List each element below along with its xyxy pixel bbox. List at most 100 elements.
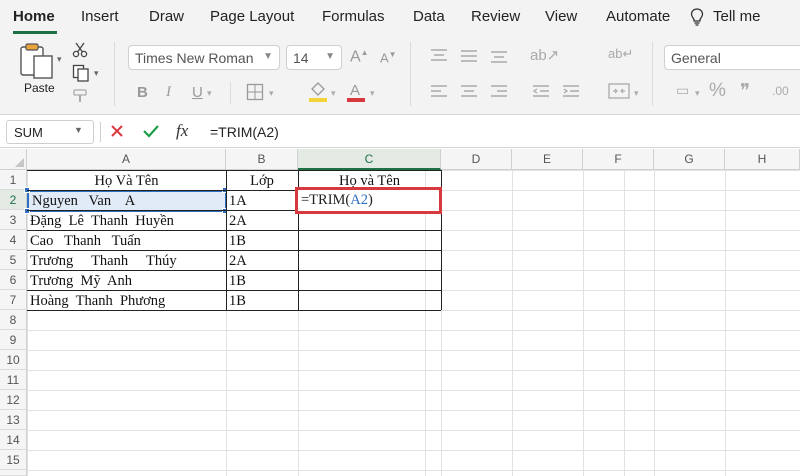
decimal-icon[interactable]: .00 [772, 84, 789, 98]
copy-dropdown-icon[interactable]: ▾ [94, 68, 99, 79]
cell-b4[interactable]: 1B [226, 231, 298, 251]
font-size-dropdown[interactable]: 14 ▼ [286, 45, 342, 70]
row-header[interactable]: 12 [0, 390, 27, 410]
align-top-icon[interactable] [430, 48, 448, 64]
ribbon-toolbar: ▾ Paste ▾ Times New Roman ▼ 14 ▼ A▲ A▼ B… [0, 34, 800, 114]
row-header[interactable]: 5 [0, 250, 27, 270]
tab-home[interactable]: Home [13, 8, 55, 25]
column-header-c[interactable]: C [298, 149, 441, 170]
align-right-icon[interactable] [490, 84, 508, 100]
ribbon-separator [410, 42, 411, 106]
paste-label: Paste [24, 81, 55, 95]
cell-b3[interactable]: 2A [226, 211, 298, 231]
column-header-g[interactable]: G [654, 149, 725, 170]
column-header-d[interactable]: D [441, 149, 512, 170]
align-center-icon[interactable] [460, 84, 478, 100]
cell-a1[interactable]: Họ Và Tên [27, 171, 226, 191]
column-header-h[interactable]: H [725, 149, 800, 170]
cut-scissors-icon[interactable] [72, 42, 88, 58]
cell-b7[interactable]: 1B [226, 291, 298, 311]
borders-dropdown-icon[interactable]: ▾ [269, 88, 274, 99]
cell-a4[interactable]: Cao Thanh Tuấn [27, 231, 226, 251]
select-all-corner[interactable] [0, 149, 27, 170]
row-header[interactable]: 2 [0, 190, 27, 210]
column-header-f[interactable]: F [583, 149, 654, 170]
increase-font-size-icon[interactable]: A▲ [350, 48, 369, 66]
italic-button[interactable]: I [166, 84, 171, 101]
fill-color-icon[interactable] [308, 80, 328, 102]
cell-a2[interactable]: Nguyen Van A [29, 191, 224, 211]
bold-button[interactable]: B [137, 84, 148, 101]
cancel-icon[interactable] [110, 124, 124, 138]
copy-icon[interactable] [72, 64, 90, 82]
row-header[interactable]: 7 [0, 290, 27, 310]
tab-page-layout[interactable]: Page Layout [210, 8, 294, 25]
align-left-icon[interactable] [430, 84, 448, 100]
row-header[interactable]: 14 [0, 430, 27, 450]
row-header[interactable]: 3 [0, 210, 27, 230]
row-header[interactable]: 1 [0, 170, 27, 190]
underline-dropdown-icon[interactable]: ▾ [207, 88, 212, 99]
gridline [725, 170, 726, 476]
decrease-indent-icon[interactable] [532, 84, 550, 100]
insert-function-button[interactable]: fx [176, 121, 188, 141]
cell-b6[interactable]: 1B [226, 271, 298, 291]
tab-formulas[interactable]: Formulas [322, 8, 385, 25]
accounting-dropdown-icon[interactable]: ▾ [695, 88, 700, 99]
tab-draw[interactable]: Draw [149, 8, 184, 25]
row-header[interactable]: 16 [0, 470, 27, 476]
borders-icon[interactable] [246, 83, 264, 101]
select-all-triangle-icon [15, 158, 24, 167]
row-header[interactable]: 15 [0, 450, 27, 470]
formula-prefix: =TRIM( [301, 192, 351, 208]
font-name-dropdown[interactable]: Times New Roman ▼ [128, 45, 280, 70]
cell-c2-editing[interactable]: =TRIM(A2) [295, 187, 442, 214]
number-format-dropdown[interactable]: General [664, 45, 800, 70]
increase-indent-icon[interactable] [562, 84, 580, 100]
tab-data[interactable]: Data [413, 8, 445, 25]
fill-color-dropdown-icon[interactable]: ▾ [331, 88, 336, 99]
cell-a3[interactable]: Đặng Lê Thanh Huyền [27, 211, 226, 231]
tab-automate[interactable]: Automate [606, 8, 670, 25]
percent-style-icon[interactable]: % [709, 80, 726, 102]
tell-me-search[interactable]: Tell me [713, 8, 761, 25]
align-middle-icon[interactable] [460, 48, 478, 64]
merge-center-icon[interactable] [608, 82, 630, 100]
merge-dropdown-icon[interactable]: ▾ [634, 88, 639, 99]
format-painter-icon[interactable] [72, 88, 90, 104]
accounting-format-icon[interactable]: ▭ [676, 82, 689, 99]
orientation-icon[interactable]: ab↗ [530, 46, 559, 64]
enter-checkmark-icon[interactable] [142, 123, 160, 139]
underline-button[interactable]: U [192, 84, 203, 101]
cell-a5[interactable]: Trương Thanh Thúy [27, 251, 226, 271]
cell-b1[interactable]: Lớp [226, 171, 298, 191]
tab-view[interactable]: View [545, 8, 577, 25]
tab-review[interactable]: Review [471, 8, 520, 25]
row-header[interactable]: 13 [0, 410, 27, 430]
decrease-font-size-icon[interactable]: A▼ [380, 50, 397, 65]
row-header[interactable]: 10 [0, 350, 27, 370]
paste-icon[interactable] [18, 42, 58, 80]
column-header-a[interactable]: A [27, 149, 226, 170]
comma-style-icon[interactable]: ❞ [740, 80, 750, 103]
tab-insert[interactable]: Insert [81, 8, 119, 25]
cell-a6[interactable]: Trương Mỹ Anh [27, 271, 226, 291]
row-header[interactable]: 4 [0, 230, 27, 250]
formula-input[interactable]: =TRIM(A2) [210, 124, 279, 140]
cell-b5[interactable]: 2A [226, 251, 298, 271]
row-header[interactable]: 9 [0, 330, 27, 350]
font-color-dropdown-icon[interactable]: ▾ [370, 88, 375, 99]
font-color-icon[interactable]: A [346, 80, 366, 102]
cell-a7[interactable]: Hoàng Thanh Phương [27, 291, 226, 311]
row-header[interactable]: 6 [0, 270, 27, 290]
row-header[interactable]: 11 [0, 370, 27, 390]
gridline [583, 170, 584, 476]
align-bottom-icon[interactable] [490, 48, 508, 64]
cell-b2[interactable]: 1A [226, 191, 298, 211]
paste-dropdown-icon[interactable]: ▾ [57, 54, 62, 65]
row-header[interactable]: 8 [0, 310, 27, 330]
column-header-b[interactable]: B [226, 149, 298, 170]
wrap-text-icon[interactable]: ab↵ [608, 46, 633, 62]
chevron-down-icon[interactable]: ▼ [74, 125, 83, 135]
column-header-e[interactable]: E [512, 149, 583, 170]
